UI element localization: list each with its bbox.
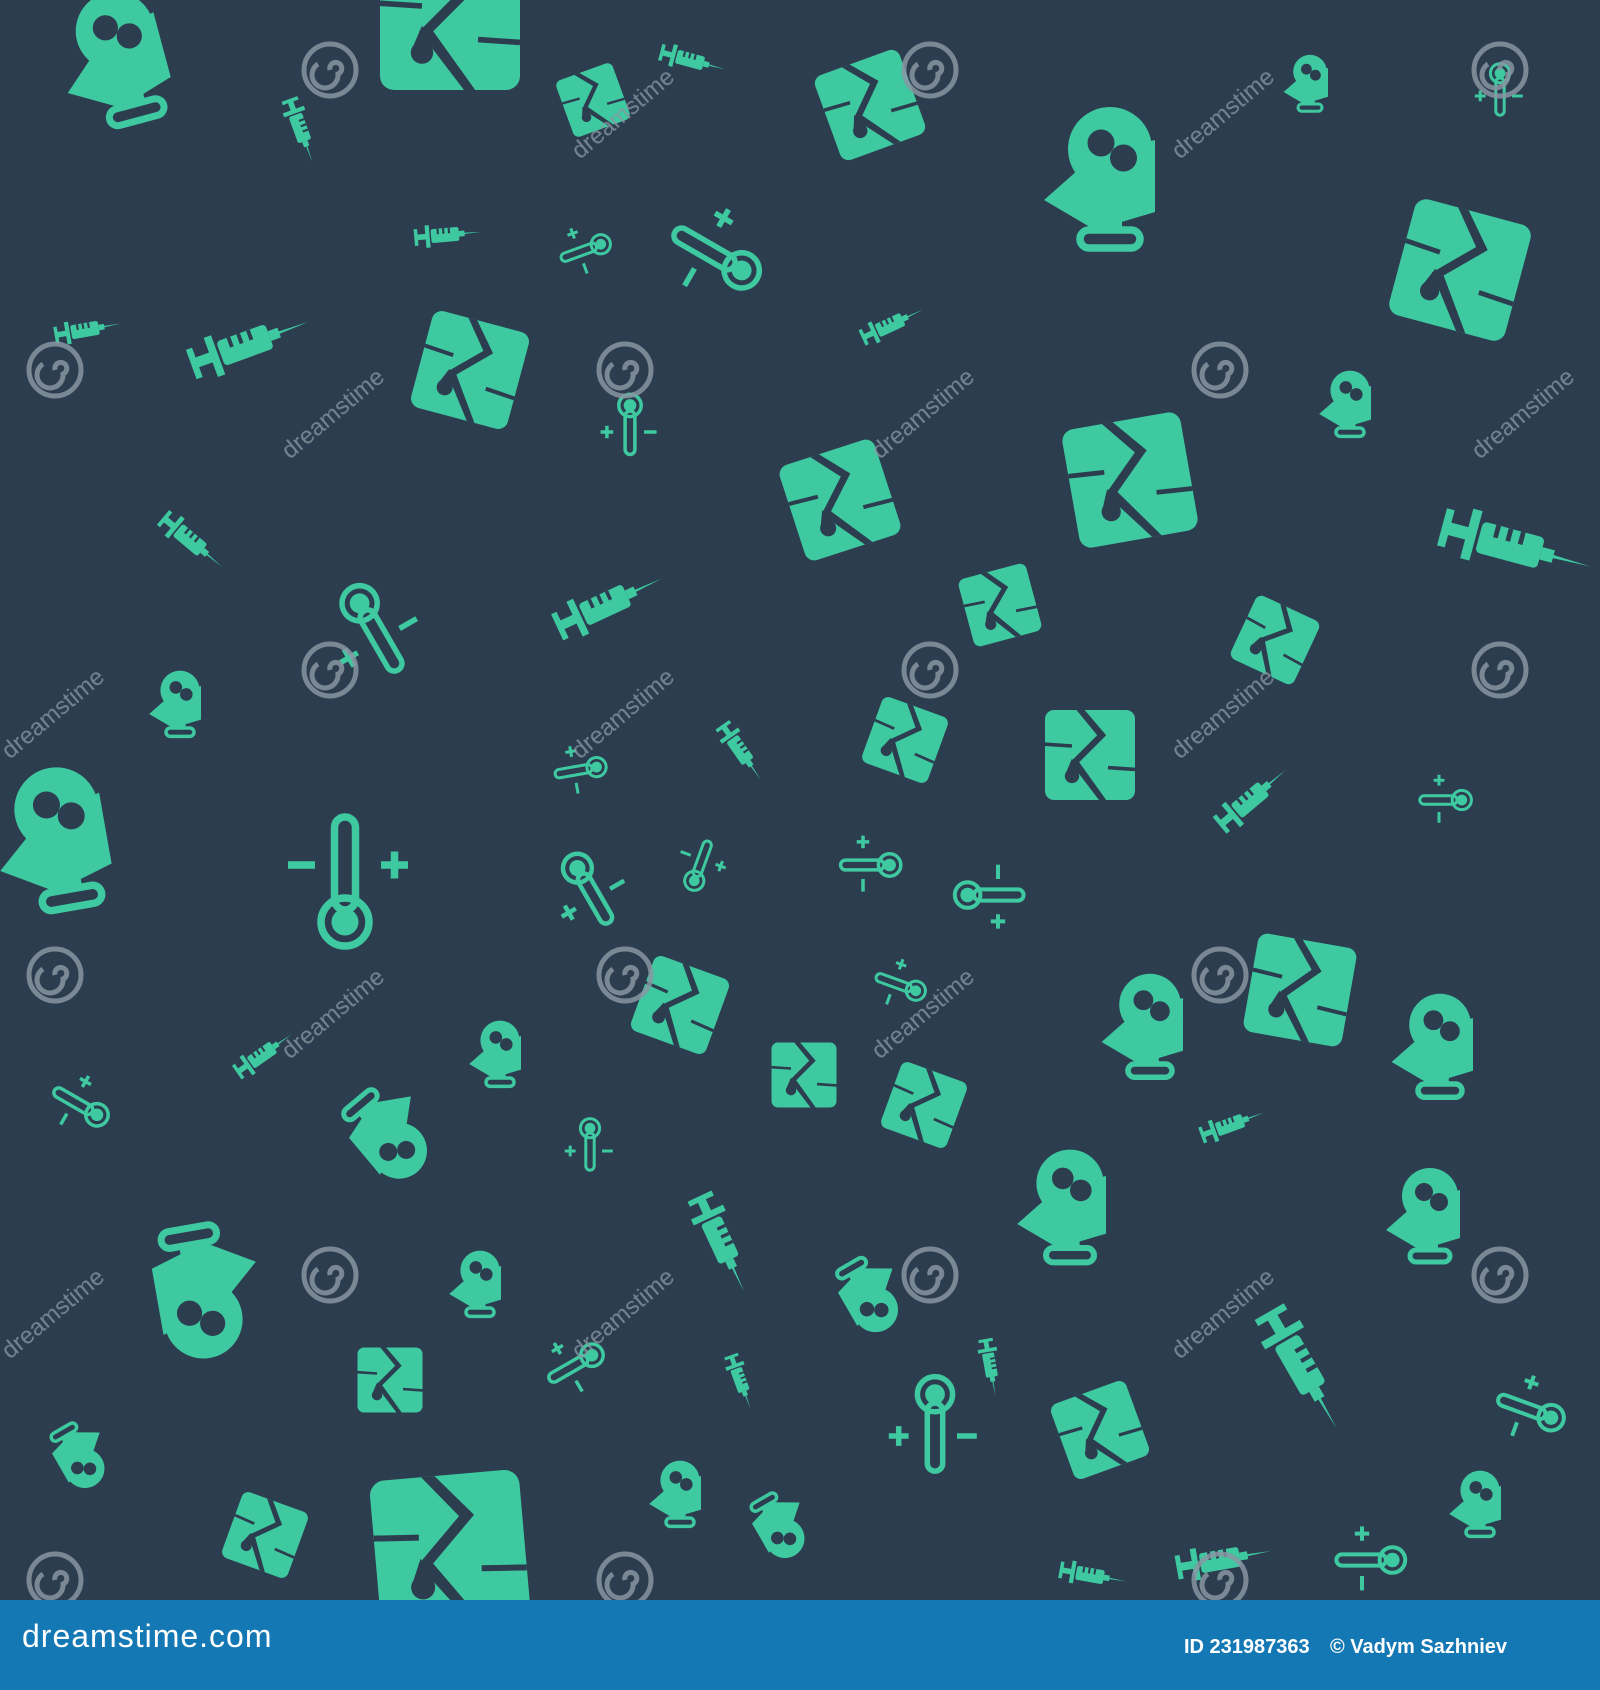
footer-bar: dreamstime.com ID 231987363 © Vadym Sazh… [0, 1600, 1600, 1690]
svg-text:dreamstime: dreamstime [277, 363, 390, 464]
author-credit[interactable]: © Vadym Sazhniev [1330, 1636, 1507, 1659]
pattern-icons [0, 0, 1597, 1600]
svg-text:dreamstime: dreamstime [567, 1263, 680, 1364]
svg-text:dreamstime: dreamstime [1167, 1263, 1280, 1364]
svg-text:dreamstime: dreamstime [1467, 363, 1580, 464]
svg-text:dreamstime: dreamstime [277, 963, 390, 1064]
svg-text:dreamstime: dreamstime [1167, 63, 1280, 164]
svg-text:dreamstime: dreamstime [0, 663, 110, 764]
svg-text:dreamstime: dreamstime [0, 1263, 110, 1364]
dreamstime-logo[interactable]: dreamstime.com [22, 1618, 273, 1655]
image-id: ID 231987363 [1184, 1636, 1310, 1658]
svg-text:dreamstime: dreamstime [1167, 663, 1280, 764]
svg-text:dreamstime: dreamstime [867, 963, 980, 1064]
seamless-pattern: dreamstime dreamstime dreamstime dreamst… [0, 0, 1600, 1600]
svg-text:dreamstime: dreamstime [567, 663, 680, 764]
watermark-text: dreamstime dreamstime dreamstime dreamst… [0, 63, 1580, 1364]
svg-text:dreamstime: dreamstime [867, 363, 980, 464]
